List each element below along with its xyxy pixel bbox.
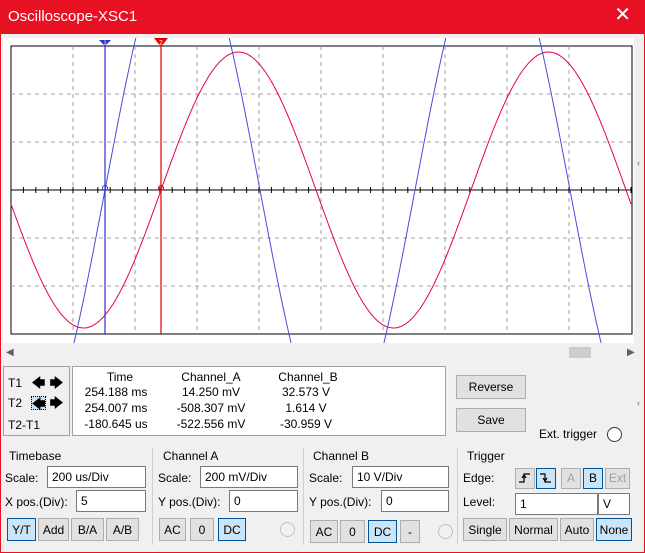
trigger-none-button[interactable]: None [596, 518, 632, 541]
t1-left-arrow-icon[interactable]: 🡄 [31, 376, 46, 390]
channel-a-scale-label: Scale: [158, 471, 192, 485]
scroll-thumb[interactable] [569, 347, 591, 358]
trigger-auto-button[interactable]: Auto [560, 518, 594, 541]
scroll-left-icon[interactable]: ◀ [6, 345, 14, 360]
reverse-button[interactable]: Reverse [456, 375, 526, 399]
trigger-single-button[interactable]: Single [463, 518, 507, 541]
row-3-time: -180.645 us [84, 417, 148, 431]
mode-add-button[interactable]: Add [38, 518, 69, 541]
channel-a-dc-button[interactable]: DC [218, 518, 246, 541]
row-3-channel-a: -522.556 mV [176, 417, 246, 431]
timebase-title: Timebase [9, 449, 62, 463]
trigger-level-unit[interactable]: V [598, 493, 630, 515]
channel-b-invert-button[interactable]: - [400, 520, 420, 543]
mode-ab-button[interactable]: A/B [106, 518, 139, 541]
channel-b-zero-button[interactable]: 0 [340, 520, 365, 543]
row-1-time: 254.188 ms [84, 385, 148, 399]
channel-b-ac-button[interactable]: AC [310, 520, 338, 543]
cursor-2-marker: 2 [159, 40, 163, 47]
trigger-level-label: Level: [463, 495, 496, 509]
row-2-time: 254.007 ms [84, 401, 148, 415]
trigger-title: Trigger [467, 449, 505, 463]
header-channel-a: Channel_A [181, 370, 241, 384]
mode-yt-button[interactable]: Y/T [7, 518, 36, 541]
t2-left-arrow-icon[interactable]: 🡄 [31, 396, 46, 410]
t2-t1-label: T2-T1 [8, 418, 41, 432]
header-time: Time [106, 370, 134, 384]
row-3-channel-b: -30.959 V [279, 417, 333, 431]
row-2-channel-b: 1.614 V [285, 401, 327, 415]
timebase-scale-input[interactable]: 200 us/Div [47, 466, 146, 488]
trigger-edge-label: Edge: [463, 471, 495, 485]
trigger-source-ext-button[interactable]: Ext [605, 468, 630, 489]
row-1-channel-a: 14.250 mV [181, 385, 241, 399]
channel-b-ypos-label: Y pos.(Div): [309, 495, 372, 509]
channel-b-title: Channel B [313, 449, 370, 463]
window-title: Oscilloscope-XSC1 [8, 8, 138, 25]
title-bar: Oscilloscope-XSC1 ✕ [0, 0, 645, 34]
row-1-channel-b: 32.573 V [281, 385, 331, 399]
trigger-group: Trigger Edge: A B Ext Level: 1 V Single … [459, 448, 639, 545]
scope-graph: 1 2 [10, 38, 633, 343]
close-icon[interactable]: ✕ [614, 5, 631, 25]
t2-label: T2 [8, 396, 23, 410]
channel-a-ypos-input[interactable]: 0 [229, 490, 298, 512]
channel-a-title: Channel A [163, 449, 219, 463]
trigger-level-input[interactable]: 1 [515, 493, 598, 515]
timebase-xpos-label: X pos.(Div): [5, 495, 68, 509]
t2-right-arrow-icon[interactable]: 🡆 [49, 396, 64, 410]
scroll-right-icon[interactable]: ▶ [627, 345, 635, 360]
timebase-scale-label: Scale: [5, 471, 39, 485]
save-button[interactable]: Save [456, 408, 526, 432]
channel-a-zero-button[interactable]: 0 [190, 518, 214, 541]
cursor-controls: T1 🡄 🡆 T2 🡄 🡆 T2-T1 [3, 366, 70, 436]
falling-edge-icon[interactable] [536, 468, 556, 489]
channel-a-ac-button[interactable]: AC [159, 518, 186, 541]
channel-a-group: Channel A Scale: 200 mV/Div Y pos.(Div):… [154, 448, 304, 545]
timebase-xpos-input[interactable]: 5 [76, 490, 146, 512]
channel-b-group: Channel B Scale: 10 V/Div Y pos.(Div): 0… [305, 448, 458, 545]
scroll-down-icon[interactable]: ‹ [637, 398, 640, 408]
channel-b-dc-button[interactable]: DC [368, 520, 397, 543]
vertical-scrollbar[interactable]: ‹ ‹ [637, 38, 645, 548]
header-channel-b: Channel_B [278, 370, 338, 384]
channel-b-terminal [438, 524, 453, 539]
mode-ba-button[interactable]: B/A [71, 518, 104, 541]
scope-display[interactable]: 1 2 [3, 38, 634, 343]
channel-a-ypos-label: Y pos.(Div): [158, 495, 221, 509]
channel-b-scale-label: Scale: [309, 471, 343, 485]
ext-trigger-label: Ext. trigger [539, 427, 598, 441]
channel-a-scale-input[interactable]: 200 mV/Div [200, 466, 298, 488]
rising-edge-icon[interactable] [515, 468, 535, 489]
trigger-source-a-button[interactable]: A [561, 468, 581, 489]
t1-label: T1 [8, 376, 23, 390]
trigger-normal-button[interactable]: Normal [509, 518, 558, 541]
ext-trigger-terminal[interactable] [607, 427, 622, 442]
t1-right-arrow-icon[interactable]: 🡆 [49, 376, 64, 390]
row-2-channel-a: -508.307 mV [176, 401, 246, 415]
timebase-group: Timebase Scale: 200 us/Div X pos.(Div): … [0, 448, 153, 545]
scroll-up-icon[interactable]: ‹ [637, 158, 640, 168]
measurement-readout: Time Channel_A Channel_B 254.188 ms 14.2… [72, 366, 446, 436]
horizontal-scrollbar[interactable]: ◀ ▶ [3, 345, 637, 360]
channel-b-scale-input[interactable]: 10 V/Div [352, 466, 449, 488]
channel-a-terminal [280, 522, 295, 537]
trigger-source-b-button[interactable]: B [583, 468, 603, 489]
channel-b-ypos-input[interactable]: 0 [381, 490, 449, 512]
